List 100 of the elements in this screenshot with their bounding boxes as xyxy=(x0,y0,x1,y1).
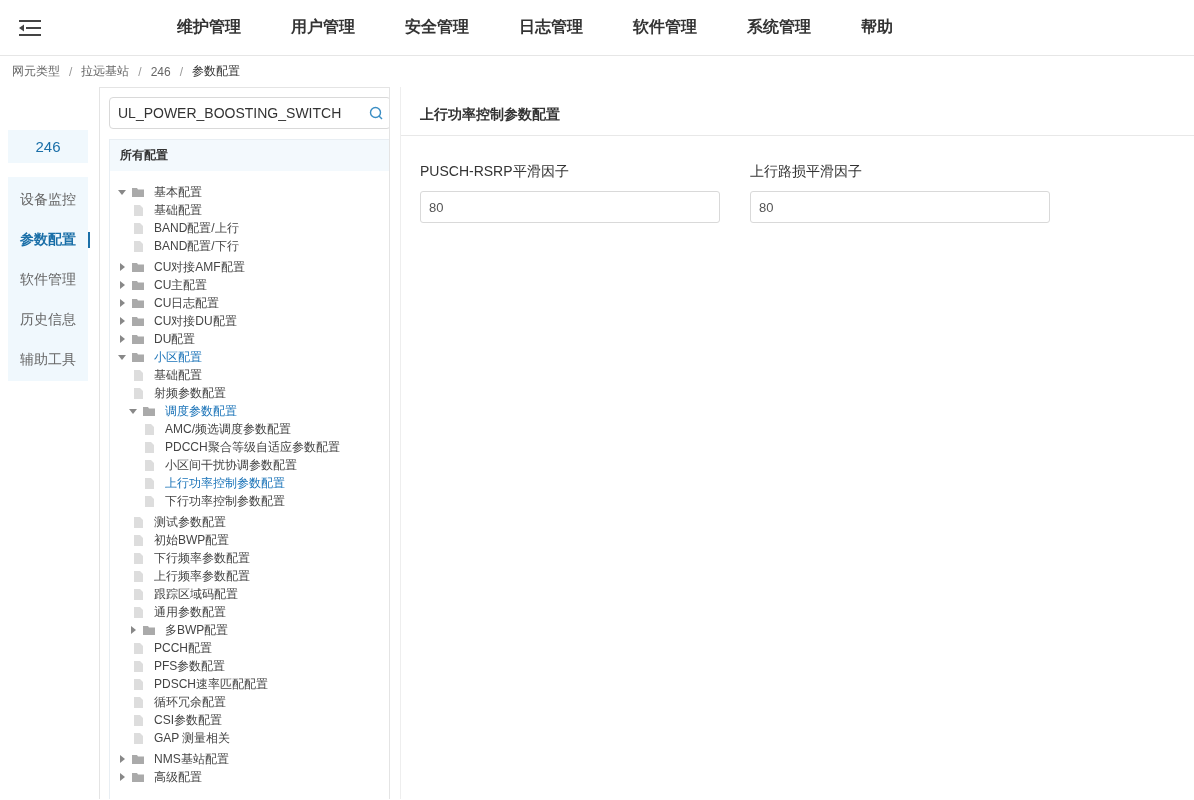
folder-icon xyxy=(143,625,155,635)
folder-icon xyxy=(132,316,144,326)
tree-item[interactable]: 小区间干扰协调参数配置 xyxy=(165,456,297,474)
nav-menu-item[interactable]: 维护管理 xyxy=(152,17,266,38)
nav-menu-item[interactable]: 软件管理 xyxy=(608,17,722,38)
tree-item[interactable]: PFS参数配置 xyxy=(154,657,226,675)
breadcrumb-separator: / xyxy=(138,64,142,79)
caret-down-icon[interactable] xyxy=(129,407,137,415)
caret-right-icon[interactable] xyxy=(118,263,126,271)
file-icon xyxy=(134,696,143,708)
section-title: 上行功率控制参数配置 xyxy=(401,87,1194,136)
tree-item[interactable]: 基础配置 xyxy=(154,201,202,219)
breadcrumb-link[interactable]: 246 xyxy=(150,64,171,79)
sidebar-item[interactable]: 设备监控 xyxy=(8,179,88,219)
tree-item[interactable]: 测试参数配置 xyxy=(154,513,226,531)
tree-item[interactable]: NMS基站配置 xyxy=(154,750,229,768)
tree-item[interactable]: 基本配置 xyxy=(154,183,202,201)
nav-menu-item[interactable]: 系统管理 xyxy=(722,17,836,38)
tree-item[interactable]: BAND配置/上行 xyxy=(154,219,239,237)
file-icon xyxy=(134,678,143,690)
tree-item[interactable]: BAND配置/下行 xyxy=(154,237,239,255)
input-field[interactable]: 80 xyxy=(750,191,1050,223)
menu-collapse-icon[interactable] xyxy=(18,18,42,37)
sidebar-item[interactable]: 参数配置 xyxy=(8,219,88,259)
file-icon xyxy=(134,570,143,582)
caret-right-icon[interactable] xyxy=(129,626,137,634)
folder-icon xyxy=(132,298,144,308)
caret-right-icon[interactable] xyxy=(118,335,126,343)
sidebar-item[interactable]: 辅助工具 xyxy=(8,339,88,379)
tree-item[interactable]: PDSCH速率匹配配置 xyxy=(154,675,268,693)
tree-item[interactable]: 射频参数配置 xyxy=(154,384,226,402)
folder-icon xyxy=(132,280,144,290)
file-icon xyxy=(145,441,154,453)
tree-item[interactable]: CSI参数配置 xyxy=(154,711,222,729)
tree-item[interactable]: 高级配置 xyxy=(154,768,202,786)
file-icon xyxy=(134,369,143,381)
tree-item[interactable]: 基础配置 xyxy=(154,366,202,384)
nav-menu-item[interactable]: 安全管理 xyxy=(380,17,494,38)
breadcrumb-link[interactable]: 网元类型 xyxy=(12,63,60,80)
file-icon xyxy=(145,477,154,489)
search-field[interactable]: UL_POWER_BOOSTING_SWITCH xyxy=(109,97,389,129)
file-icon xyxy=(145,495,154,507)
caret-down-icon[interactable] xyxy=(118,188,126,196)
tree-item[interactable]: CU日志配置 xyxy=(154,294,220,312)
file-icon xyxy=(134,642,143,654)
folder-icon xyxy=(132,334,144,344)
tree-item[interactable]: 通用参数配置 xyxy=(154,603,226,621)
tree-item[interactable]: 上行频率参数配置 xyxy=(154,567,250,585)
tree-item[interactable]: AMC/频选调度参数配置 xyxy=(165,420,291,438)
tree-item[interactable]: PCCH配置 xyxy=(154,639,212,657)
caret-right-icon[interactable] xyxy=(118,755,126,763)
tree-item[interactable]: 跟踪区域码配置 xyxy=(154,585,238,603)
tree-item[interactable]: GAP 测量相关 xyxy=(154,729,231,747)
tree-item[interactable]: PDCCH聚合等级自适应参数配置 xyxy=(165,438,340,456)
nav-menu-item[interactable]: 日志管理 xyxy=(494,17,608,38)
caret-down-icon[interactable] xyxy=(118,353,126,361)
tree-item[interactable]: 上行功率控制参数配置 xyxy=(165,474,285,492)
file-icon xyxy=(134,732,143,744)
folder-icon xyxy=(132,352,144,362)
caret-right-icon[interactable] xyxy=(118,773,126,781)
nav-menu-item[interactable]: 帮助 xyxy=(836,17,918,38)
tree-item[interactable]: 小区配置 xyxy=(154,348,202,366)
tree-item[interactable]: 下行功率控制参数配置 xyxy=(165,492,285,510)
folder-icon xyxy=(132,772,144,782)
tree-item[interactable]: 调度参数配置 xyxy=(165,402,237,420)
caret-right-icon[interactable] xyxy=(118,281,126,289)
breadcrumb-current: 参数配置 xyxy=(192,63,241,80)
file-icon xyxy=(134,606,143,618)
sidebar-item[interactable]: 历史信息 xyxy=(8,299,88,339)
input-field[interactable]: 80 xyxy=(420,191,720,223)
tree-item[interactable]: CU主配置 xyxy=(154,276,208,294)
breadcrumb-link[interactable]: 拉远基站 xyxy=(81,63,130,80)
tree-item[interactable]: 初始BWP配置 xyxy=(154,531,230,549)
caret-right-icon[interactable] xyxy=(118,317,126,325)
file-icon xyxy=(134,588,143,600)
field-label: PUSCH-RSRP平滑因子 xyxy=(420,163,570,181)
file-icon xyxy=(134,552,143,564)
file-icon xyxy=(134,222,143,234)
tree-item[interactable]: DU配置 xyxy=(154,330,196,348)
folder-icon xyxy=(143,406,155,416)
file-icon xyxy=(145,423,154,435)
field-label: 上行路损平滑因子 xyxy=(750,163,863,181)
file-icon xyxy=(134,660,143,672)
tree-item[interactable]: 循环冗余配置 xyxy=(154,693,226,711)
tree-item[interactable]: 下行频率参数配置 xyxy=(154,549,250,567)
file-icon xyxy=(134,516,143,528)
sidebar-item[interactable]: 软件管理 xyxy=(8,259,88,299)
folder-icon xyxy=(132,754,144,764)
tree-item[interactable]: CU对接AMF配置 xyxy=(154,258,245,276)
file-icon xyxy=(134,714,143,726)
file-icon xyxy=(145,459,154,471)
file-icon xyxy=(134,204,143,216)
search-icon[interactable] xyxy=(369,106,383,120)
nav-menu-item[interactable]: 用户管理 xyxy=(266,17,380,38)
file-icon xyxy=(134,387,143,399)
tree-item[interactable]: CU对接DU配置 xyxy=(154,312,237,330)
folder-icon xyxy=(132,187,144,197)
breadcrumb-separator: / xyxy=(69,64,73,79)
tree-item[interactable]: 多BWP配置 xyxy=(165,621,229,639)
caret-right-icon[interactable] xyxy=(118,299,126,307)
